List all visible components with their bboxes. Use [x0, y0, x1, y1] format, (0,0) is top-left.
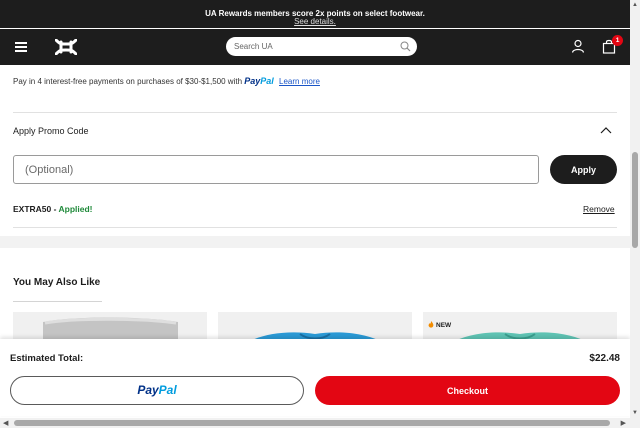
promo-banner-details-link[interactable]: See details. — [0, 18, 630, 26]
new-badge: NEW — [428, 321, 451, 329]
search-icon[interactable] — [400, 41, 411, 52]
chevron-up-icon[interactable] — [600, 126, 612, 134]
horizontal-scrollbar-thumb[interactable] — [14, 420, 610, 426]
search-box[interactable] — [226, 37, 417, 56]
recommendations-underline — [13, 301, 102, 302]
site-header: 1 — [0, 29, 630, 65]
estimated-total-value: $22.48 — [589, 353, 620, 364]
paypal-checkout-button[interactable]: PayPal — [10, 376, 304, 405]
applied-code-value: EXTRA50 — [13, 204, 52, 214]
recommendations-title: You May Also Like — [13, 277, 101, 288]
bag-count-badge: 1 — [612, 35, 623, 46]
horizontal-scrollbar[interactable]: ◀ ▶ — [0, 418, 640, 428]
estimated-total-label: Estimated Total: — [10, 353, 84, 364]
divider — [13, 227, 617, 228]
paypal-installments-note: Pay in 4 interest-free payments on purch… — [13, 76, 320, 86]
product-card[interactable]: NEW — [423, 312, 617, 342]
scroll-down-arrow-icon[interactable]: ▼ — [632, 410, 638, 416]
product-card[interactable] — [218, 312, 412, 342]
divider — [13, 112, 617, 113]
checkout-footer: Estimated Total: $22.48 PayPal Checkout — [0, 339, 630, 416]
account-icon[interactable] — [571, 39, 585, 53]
apply-promo-button[interactable]: Apply — [550, 155, 617, 184]
menu-icon[interactable] — [15, 42, 27, 52]
vertical-scrollbar[interactable]: ▲ ▼ — [630, 0, 640, 418]
scroll-right-arrow-icon[interactable]: ▶ — [621, 419, 626, 427]
cart-page: UA Rewards members score 2x points on se… — [0, 0, 640, 428]
paypal-inline-logo: PayPal — [244, 76, 274, 86]
learn-more-link[interactable]: Learn more — [279, 77, 320, 86]
remove-promo-link[interactable]: Remove — [583, 204, 615, 214]
product-card[interactable] — [13, 312, 207, 342]
promo-code-title[interactable]: Apply Promo Code — [13, 126, 89, 136]
checkout-button[interactable]: Checkout — [315, 376, 620, 405]
applied-status: Applied! — [58, 204, 93, 214]
paypal-note-text: Pay in 4 interest-free payments on purch… — [13, 77, 243, 86]
promo-banner: UA Rewards members score 2x points on se… — [0, 0, 630, 28]
vertical-scrollbar-thumb[interactable] — [632, 152, 638, 248]
scroll-up-arrow-icon[interactable]: ▲ — [632, 2, 638, 8]
product-image — [13, 312, 207, 342]
promo-code-input[interactable] — [13, 155, 539, 184]
search-input[interactable] — [234, 37, 394, 56]
scroll-left-arrow-icon[interactable]: ◀ — [3, 419, 8, 427]
flame-icon — [428, 321, 434, 328]
product-image — [218, 312, 412, 342]
applied-promo-code: EXTRA50 - Applied! — [13, 204, 93, 214]
product-image — [423, 312, 617, 342]
paypal-logo: PayPal — [137, 383, 177, 397]
section-separator — [0, 236, 630, 248]
under-armour-logo[interactable] — [55, 39, 77, 55]
